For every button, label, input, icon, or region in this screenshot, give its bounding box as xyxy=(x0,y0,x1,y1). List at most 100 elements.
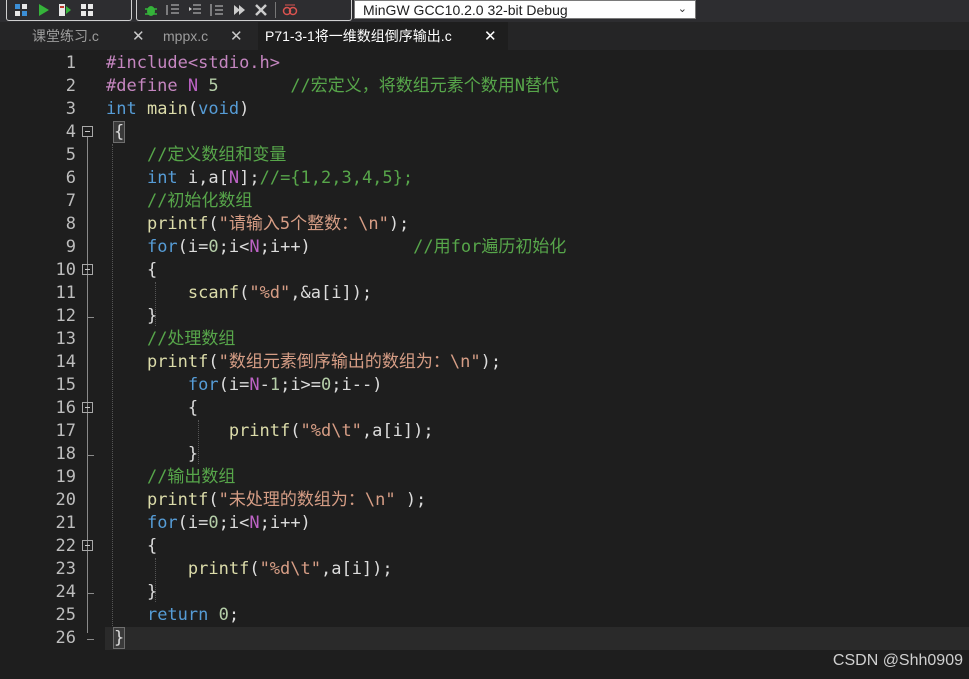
code-text: } xyxy=(106,582,158,602)
compiler-select-value: MinGW GCC10.2.0 32-bit Debug xyxy=(363,1,568,18)
code-text: printf("请输入5个整数：\n"); xyxy=(146,214,410,234)
compiler-select[interactable]: MinGW GCC10.2.0 32-bit Debug ⌄ xyxy=(354,0,696,19)
tab-file-active[interactable]: P71-3-1将一维数组倒序输出.c ✕ xyxy=(258,22,508,50)
tab-bar: 课堂练习.c ✕ mppx.c ✕ P71-3-1将一维数组倒序输出.c ✕ xyxy=(0,22,969,50)
rebuild-icon[interactable] xyxy=(79,2,95,18)
code-text: printf("%d\t",a[i]); xyxy=(228,421,434,441)
code-text: { xyxy=(112,121,126,143)
line-number: 13 xyxy=(55,329,76,349)
stop-icon[interactable] xyxy=(253,2,269,18)
run-icon[interactable] xyxy=(35,2,51,18)
line-number: 12 xyxy=(55,306,76,326)
code-text: //输出数组 xyxy=(146,467,236,487)
code-text: //初始化数组 xyxy=(146,191,253,211)
tab-file[interactable]: mppx.c ✕ xyxy=(160,22,256,50)
line-number: 8 xyxy=(65,214,76,234)
code-line[interactable]: 21 for(i=0;i<N;i++) xyxy=(0,512,969,535)
code-editor[interactable]: 1 #include<stdio.h> 2 #define N 5 //宏定义，将数组… xyxy=(0,50,969,679)
compile-run-icon[interactable] xyxy=(57,2,73,18)
fold-toggle-icon[interactable] xyxy=(82,264,93,275)
code-line[interactable]: 13 //处理数组 xyxy=(0,328,969,351)
code-line[interactable]: 10 { xyxy=(0,259,969,282)
line-number: 6 xyxy=(65,168,76,188)
code-line[interactable]: 20 printf("未处理的数组为：\n" ); xyxy=(0,489,969,512)
close-icon[interactable]: ✕ xyxy=(132,27,145,45)
watermark: CSDN @Shh0909 xyxy=(832,652,963,669)
debug-icon[interactable] xyxy=(143,2,159,18)
code-text: printf("数组元素倒序输出的数组为：\n"); xyxy=(146,352,502,372)
code-line[interactable]: 6 int i,a[N];//={1,2,3,4,5}; xyxy=(0,167,969,190)
tab-label: mppx.c xyxy=(163,28,209,44)
build-toolbar-group xyxy=(6,0,132,21)
compile-icon[interactable] xyxy=(13,2,29,18)
code-text: int main(void) xyxy=(106,99,250,119)
code-line[interactable]: 7 //初始化数组 xyxy=(0,190,969,213)
line-number: 24 xyxy=(55,582,76,602)
profile-icon[interactable] xyxy=(282,2,298,18)
code-line[interactable]: 12 } xyxy=(0,305,969,328)
tab-label: P71-3-1将一维数组倒序输出.c xyxy=(265,28,452,44)
line-number: 22 xyxy=(55,536,76,556)
step-icon[interactable] xyxy=(231,2,247,18)
unindent-icon[interactable] xyxy=(187,2,203,18)
code-text: for(i=N-1;i>=0;i--) xyxy=(187,375,383,395)
code-line[interactable]: 3 int main(void) xyxy=(0,98,969,121)
fold-toggle-icon[interactable] xyxy=(82,402,93,413)
code-text: scanf("%d",&a[i]); xyxy=(187,283,373,303)
code-text: { xyxy=(106,398,199,418)
line-number: 4 xyxy=(65,122,76,142)
code-line[interactable]: 14 printf("数组元素倒序输出的数组为：\n"); xyxy=(0,351,969,374)
code-line[interactable]: 5 //定义数组和变量 xyxy=(0,144,969,167)
toolbar-separator xyxy=(275,2,276,18)
line-number: 10 xyxy=(55,260,76,280)
line-number: 18 xyxy=(55,444,76,464)
line-number: 1 xyxy=(65,53,76,73)
fold-toggle-icon[interactable] xyxy=(82,540,93,551)
toggle-comment-icon[interactable] xyxy=(209,2,225,18)
code-line[interactable]: 9 for(i=0;i<N;i++) //用for遍历初始化 xyxy=(0,236,969,259)
code-line[interactable]: 4{ xyxy=(0,121,969,144)
code-text: int i,a[N];//={1,2,3,4,5}; xyxy=(146,168,414,188)
close-icon[interactable]: ✕ xyxy=(230,27,243,45)
line-number: 16 xyxy=(55,398,76,418)
code-line[interactable]: 22 { xyxy=(0,535,969,558)
line-number: 5 xyxy=(65,145,76,165)
code-line[interactable]: 26} xyxy=(0,627,969,650)
code-line[interactable]: 23 printf("%d\t",a[i]); xyxy=(0,558,969,581)
code-line[interactable]: 8 printf("请输入5个整数：\n"); xyxy=(0,213,969,236)
line-number: 21 xyxy=(55,513,76,533)
tab-file[interactable]: 课堂练习.c ✕ xyxy=(0,22,160,50)
code-line[interactable]: 1 #include<stdio.h> xyxy=(0,52,969,75)
current-line-highlight xyxy=(105,627,969,650)
fold-toggle-icon[interactable] xyxy=(82,126,93,137)
line-number: 3 xyxy=(65,99,76,119)
line-number: 20 xyxy=(55,490,76,510)
tab-label: 课堂练习.c xyxy=(32,28,99,44)
code-line[interactable]: 25 return 0; xyxy=(0,604,969,627)
code-text: } xyxy=(112,627,126,649)
code-text: } xyxy=(106,306,158,326)
code-line[interactable]: 18 } xyxy=(0,443,969,466)
code-line[interactable]: 16 { xyxy=(0,397,969,420)
indent-icon[interactable] xyxy=(165,2,181,18)
code-text: printf("未处理的数组为：\n" ); xyxy=(146,490,427,510)
debug-toolbar-group xyxy=(136,0,352,21)
line-number: 7 xyxy=(65,191,76,211)
code-text: { xyxy=(106,260,158,280)
close-icon[interactable]: ✕ xyxy=(484,27,497,45)
code-text: for(i=0;i<N;i++) //用for遍历初始化 xyxy=(146,237,567,257)
code-line[interactable]: 19 //输出数组 xyxy=(0,466,969,489)
code-line[interactable]: 17 printf("%d\t",a[i]); xyxy=(0,420,969,443)
line-number: 25 xyxy=(55,605,76,625)
code-text: for(i=0;i<N;i++) xyxy=(146,513,311,533)
code-text: { xyxy=(106,536,158,556)
code-text: } xyxy=(106,444,199,464)
line-number: 19 xyxy=(55,467,76,487)
code-line[interactable]: 11 scanf("%d",&a[i]); xyxy=(0,282,969,305)
code-line[interactable]: 15 for(i=N-1;i>=0;i--) xyxy=(0,374,969,397)
toolbar: MinGW GCC10.2.0 32-bit Debug ⌄ xyxy=(0,0,969,23)
code-text: //处理数组 xyxy=(146,329,236,349)
code-text: return 0; xyxy=(146,605,240,625)
code-line[interactable]: 2 #define N 5 //宏定义，将数组元素个数用N替代 xyxy=(0,75,969,98)
code-line[interactable]: 24 } xyxy=(0,581,969,604)
